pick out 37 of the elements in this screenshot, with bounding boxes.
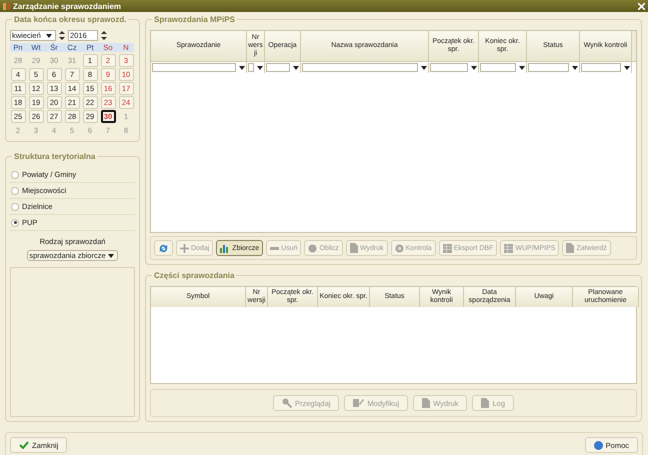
filter-field[interactable] <box>480 63 516 72</box>
group-title: Struktura terytorialna <box>12 152 98 161</box>
filter-field[interactable] <box>266 63 290 72</box>
filter-field[interactable] <box>248 63 254 72</box>
document-icon <box>422 398 430 408</box>
spin-arrows-icon[interactable] <box>101 30 107 41</box>
group-title: Sprawozdania MPiPS <box>152 15 237 24</box>
filter-field[interactable] <box>430 63 468 72</box>
refresh-icon <box>158 242 169 254</box>
window-title: Zarządzanie sprawozdaniem <box>13 2 122 10</box>
radio-button[interactable] <box>11 218 19 226</box>
magnifier-icon <box>282 398 292 408</box>
grid-icon <box>442 244 452 252</box>
edit-icon <box>353 398 364 408</box>
document-icon <box>481 398 490 408</box>
disc-icon <box>394 244 404 252</box>
close-icon[interactable] <box>638 2 645 10</box>
document-icon <box>566 243 574 253</box>
toolbar-button[interactable] <box>154 240 173 256</box>
filter-field[interactable] <box>581 63 621 72</box>
bar-chart-icon <box>220 244 230 252</box>
group-title: Części sprawozdania <box>152 271 236 280</box>
plus-icon <box>180 244 189 252</box>
grid-icon <box>504 244 514 252</box>
document-icon <box>350 243 358 253</box>
group-title: Data końca okresu sprawozd. <box>12 15 128 24</box>
app-icon <box>3 2 10 10</box>
radio-button[interactable] <box>11 170 19 178</box>
minus-icon <box>270 246 280 250</box>
filter-field[interactable] <box>528 63 569 72</box>
radio-button[interactable] <box>11 186 19 194</box>
spin-arrows-icon[interactable] <box>59 30 65 41</box>
help-icon <box>594 440 603 450</box>
filter-field[interactable] <box>152 63 236 72</box>
radio-button[interactable] <box>11 202 19 210</box>
filter-field[interactable] <box>302 63 418 72</box>
checkmark-icon <box>19 441 29 449</box>
